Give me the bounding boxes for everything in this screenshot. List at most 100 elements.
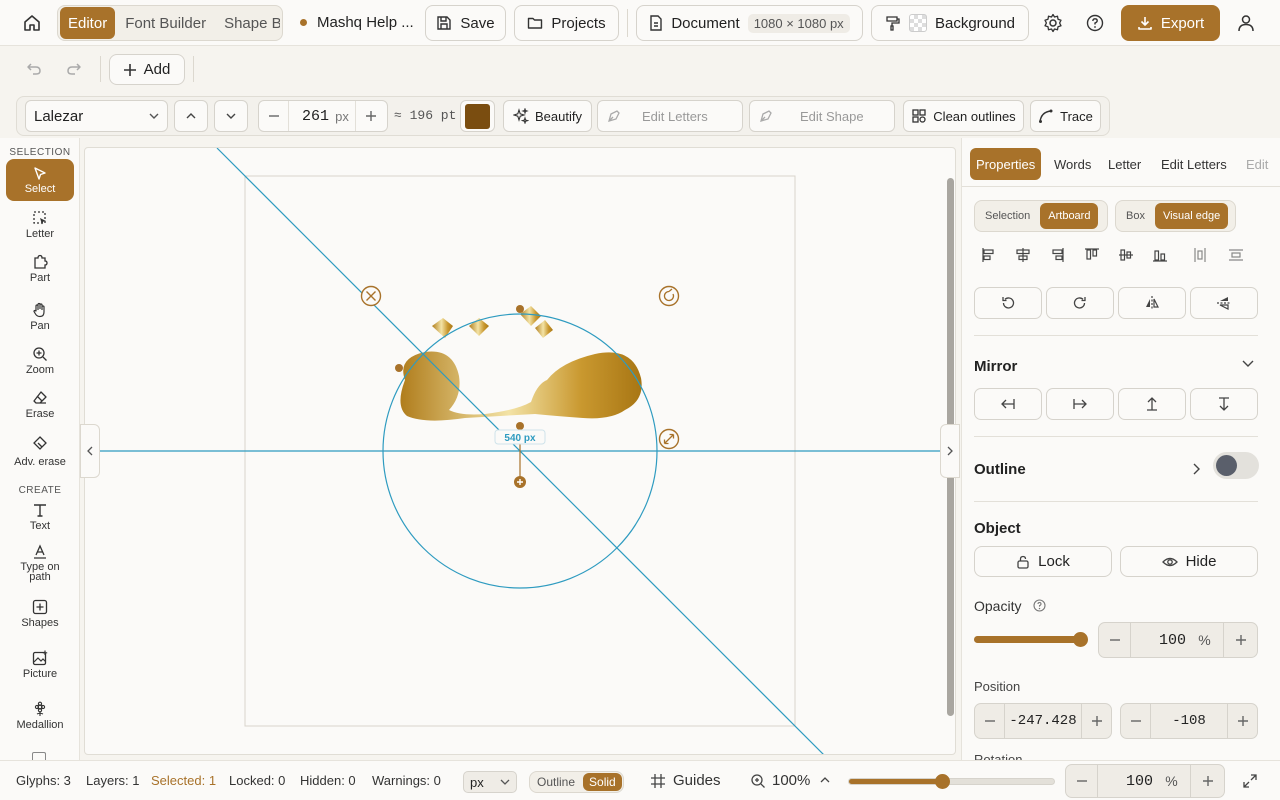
position-y-input[interactable]: -108 <box>1151 713 1227 729</box>
tab-edit-letters[interactable]: Edit Letters <box>1155 148 1233 180</box>
view-outline-option[interactable]: Outline <box>531 773 581 791</box>
align-left-icon[interactable] <box>982 248 994 262</box>
home-icon[interactable] <box>22 13 42 33</box>
chevron-up-icon[interactable] <box>820 777 830 783</box>
document-name[interactable]: Mashq Help ... <box>317 14 414 31</box>
outline-toggle[interactable] <box>1213 452 1259 479</box>
help-circle-icon[interactable] <box>1033 599 1046 612</box>
tab-edit[interactable]: Edit <box>1240 148 1274 180</box>
tool-type-on-path[interactable]: Type on path <box>6 544 74 583</box>
unit-select[interactable]: px <box>463 771 517 793</box>
mode-font-builder[interactable]: Font Builder <box>117 7 214 39</box>
fullscreen-expand-icon[interactable] <box>1242 773 1258 789</box>
chevron-down-icon[interactable] <box>1242 360 1254 368</box>
lock-button[interactable]: Lock <box>974 546 1112 577</box>
tool-picture[interactable]: Picture <box>6 650 74 680</box>
position-x-decrease[interactable] <box>975 704 1005 738</box>
center-handle[interactable] <box>516 422 524 430</box>
collapse-left-panel-button[interactable] <box>80 424 100 478</box>
tool-text[interactable]: Text <box>6 502 74 532</box>
mirror-up-button[interactable] <box>1118 388 1186 420</box>
flip-vertical-button[interactable] <box>1190 287 1258 319</box>
opacity-input[interactable]: 100 <box>1131 632 1186 649</box>
mode-editor[interactable]: Editor <box>60 7 116 39</box>
font-size-input[interactable]: 261 <box>289 108 329 125</box>
add-button[interactable]: Add <box>109 54 185 85</box>
align-center-h-icon[interactable] <box>1016 248 1030 262</box>
undo-icon[interactable] <box>26 61 42 77</box>
add-point-icon[interactable] <box>514 476 526 488</box>
document-button[interactable]: Document 1080 × 1080 px <box>636 5 863 41</box>
position-x-input[interactable]: -247.428 <box>1005 713 1081 729</box>
tool-adv-erase[interactable]: Adv. erase <box>6 436 74 468</box>
mirror-left-button[interactable] <box>974 388 1042 420</box>
zoom-slider[interactable] <box>848 774 1055 789</box>
position-y-decrease[interactable] <box>1121 704 1151 738</box>
collapse-right-panel-button[interactable] <box>940 424 960 478</box>
beautify-button[interactable]: Beautify <box>503 100 592 132</box>
settings-gear-icon[interactable] <box>1043 13 1063 33</box>
help-icon[interactable] <box>1086 14 1104 32</box>
background-button[interactable]: Background <box>871 5 1029 41</box>
export-button[interactable]: Export <box>1121 5 1220 41</box>
align-top-icon[interactable] <box>1085 248 1099 260</box>
user-account-icon[interactable] <box>1236 13 1256 33</box>
previous-font-button[interactable] <box>174 100 208 132</box>
save-button[interactable]: Save <box>425 5 506 41</box>
tool-erase[interactable]: Erase <box>6 390 74 420</box>
chevron-right-icon[interactable] <box>1193 463 1201 475</box>
position-x-increase[interactable] <box>1081 704 1111 738</box>
opacity-increase-button[interactable] <box>1223 623 1257 657</box>
distribute-horizontal-icon[interactable] <box>1194 248 1206 262</box>
projects-button[interactable]: Projects <box>514 5 619 41</box>
zoom-input[interactable]: 100 <box>1098 773 1153 790</box>
redo-icon[interactable] <box>66 61 82 77</box>
rotate-left-button[interactable] <box>974 287 1042 319</box>
opacity-decrease-button[interactable] <box>1099 623 1131 657</box>
tool-medallion[interactable]: Medallion <box>6 701 74 731</box>
text-color-swatch[interactable] <box>460 100 495 132</box>
edge-visual-option[interactable]: Visual edge <box>1154 203 1229 229</box>
font-select[interactable]: Lalezar <box>25 100 168 132</box>
flip-horizontal-button[interactable] <box>1118 287 1186 319</box>
edit-letters-button[interactable]: Edit Letters <box>597 100 743 132</box>
tool-select[interactable]: Select <box>6 159 74 201</box>
next-font-button[interactable] <box>214 100 248 132</box>
clean-outlines-button[interactable]: Clean outlines <box>903 100 1024 132</box>
guides-toggle[interactable]: Guides <box>673 772 721 789</box>
align-center-v-icon[interactable] <box>1119 249 1133 261</box>
decrease-size-button[interactable] <box>259 101 289 131</box>
align-right-icon[interactable] <box>1052 248 1064 262</box>
zoom-out-button[interactable] <box>1066 765 1098 797</box>
align-bottom-icon[interactable] <box>1153 250 1167 262</box>
mirror-down-button[interactable] <box>1190 388 1258 420</box>
zoom-slider-thumb[interactable] <box>935 774 950 789</box>
tab-properties[interactable]: Properties <box>970 148 1042 180</box>
opacity-slider-thumb[interactable] <box>1073 632 1088 647</box>
tool-letter[interactable]: Letter <box>6 210 74 240</box>
tab-letter[interactable]: Letter <box>1102 148 1147 180</box>
tab-words[interactable]: Words <box>1048 148 1097 180</box>
tool-part[interactable]: Part <box>6 254 74 284</box>
edge-box-option[interactable]: Box <box>1118 203 1153 229</box>
align-selection-option[interactable]: Selection <box>977 203 1038 229</box>
trace-button[interactable]: Trace <box>1030 100 1101 132</box>
tool-pan[interactable]: Pan <box>6 302 74 332</box>
left-handle[interactable] <box>395 364 403 372</box>
rotate-right-button[interactable] <box>1046 287 1114 319</box>
more-tools-icon[interactable] <box>32 752 46 760</box>
canvas-area[interactable]: 540 px <box>84 147 956 755</box>
scale-handle-icon[interactable] <box>658 428 680 450</box>
zoom-in-button[interactable] <box>1190 765 1224 797</box>
top-handle[interactable] <box>516 305 524 313</box>
tool-zoom[interactable]: Zoom <box>6 346 74 376</box>
edit-shape-button[interactable]: Edit Shape <box>749 100 895 132</box>
view-solid-option[interactable]: Solid <box>583 773 622 791</box>
hash-grid-icon[interactable] <box>650 773 666 789</box>
hide-button[interactable]: Hide <box>1120 546 1258 577</box>
tool-shapes[interactable]: Shapes <box>6 599 74 629</box>
mirror-right-button[interactable] <box>1046 388 1114 420</box>
delete-x-icon[interactable] <box>360 285 382 307</box>
distribute-vertical-icon[interactable] <box>1229 249 1243 261</box>
mode-shape-builder[interactable]: Shape Builder <box>216 7 280 39</box>
